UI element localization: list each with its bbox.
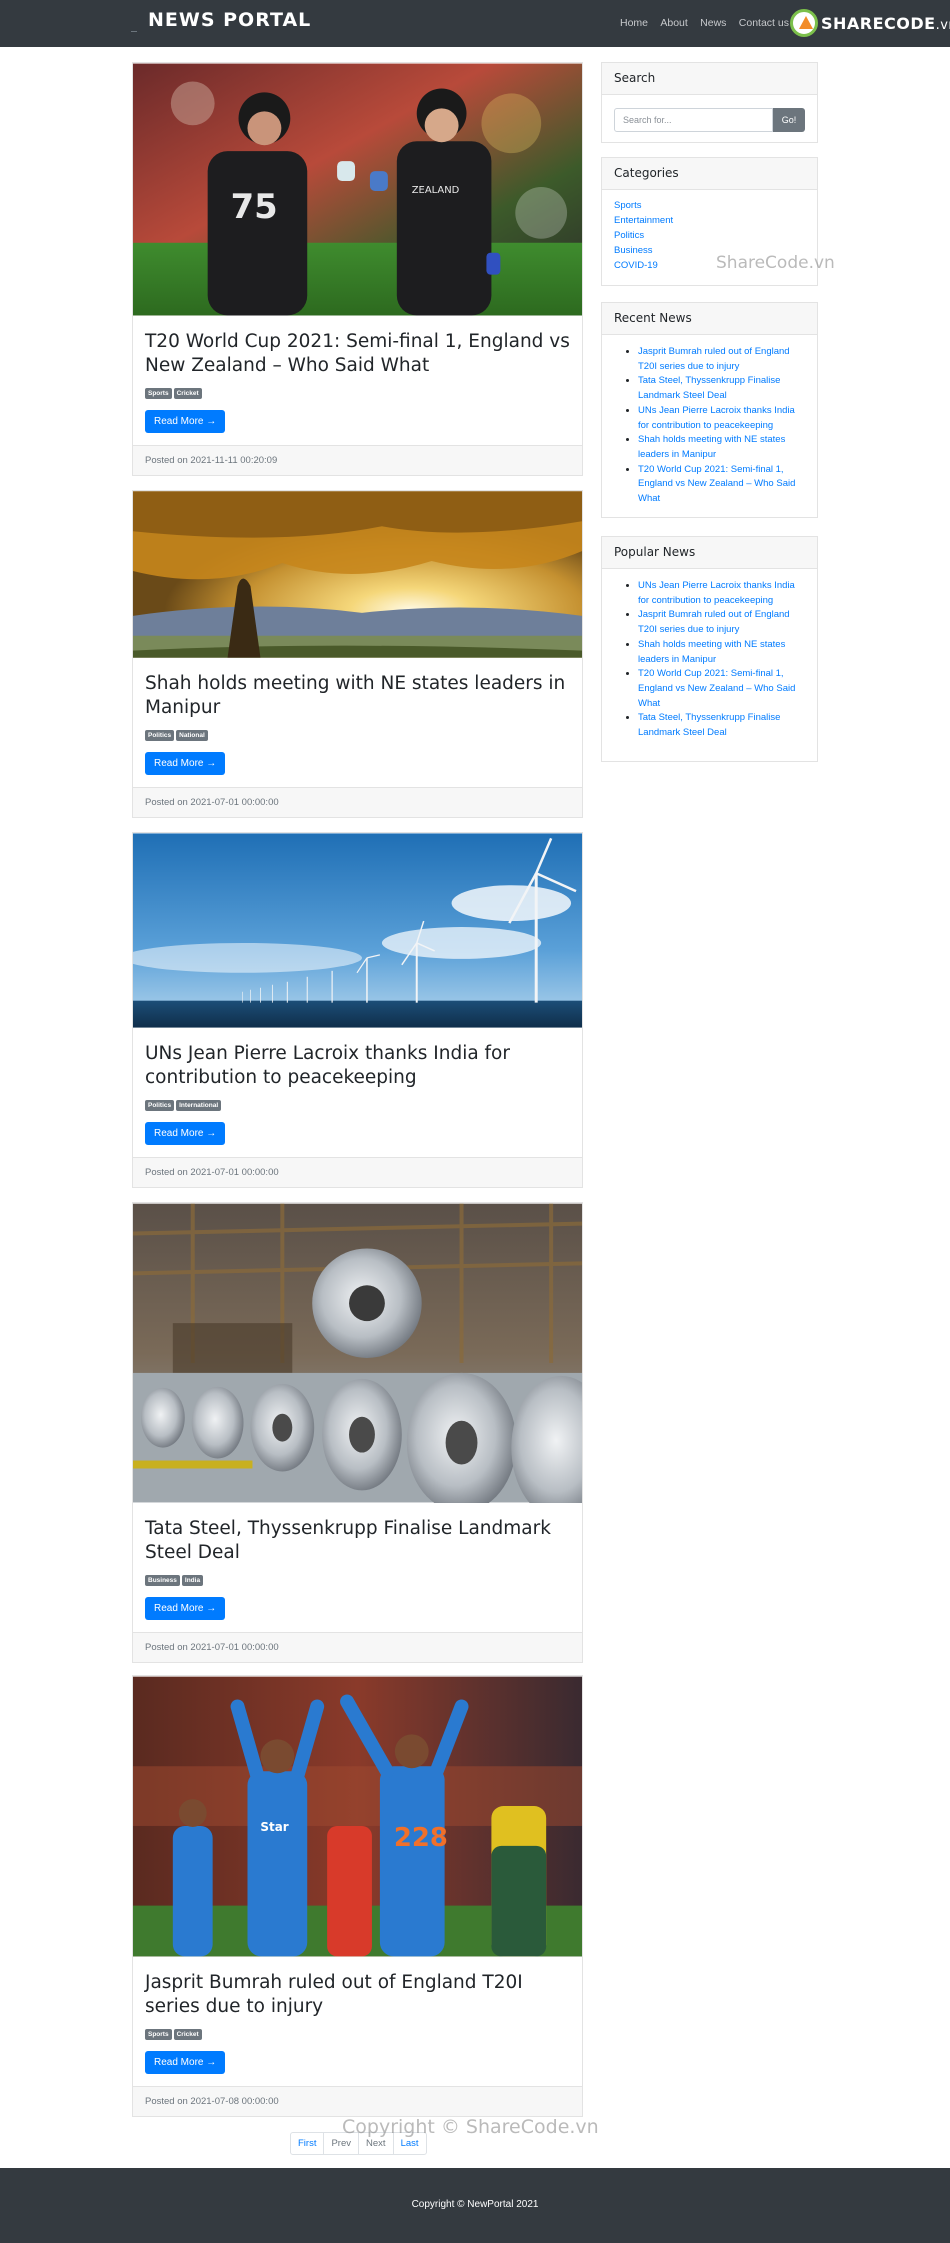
post-title[interactable]: Shah holds meeting with NE states leader… [145, 672, 570, 720]
post-tags: Politics International [145, 1100, 570, 1112]
post-card-body: UNs Jean Pierre Lacroix thanks India for… [133, 1028, 582, 1157]
post-title[interactable]: UNs Jean Pierre Lacroix thanks India for… [145, 1042, 570, 1090]
svg-text:75: 75 [231, 187, 278, 226]
category-link[interactable]: Entertainment [614, 213, 805, 228]
popular-news-title: Popular News [602, 537, 817, 569]
post-date: Posted on 2021-07-01 00:00:00 [133, 787, 582, 817]
search-row: Go! [614, 108, 805, 132]
search-input[interactable] [614, 108, 773, 132]
post-date: Posted on 2021-07-08 00:00:00 [133, 2086, 582, 2116]
post-tag: Business [145, 1575, 180, 1586]
popular-news-link[interactable]: UNs Jean Pierre Lacroix thanks India for… [638, 579, 805, 608]
post-card: UNs Jean Pierre Lacroix thanks India for… [132, 832, 583, 1188]
footer-copyright: Copyright © NewPortal 2021 [411, 2199, 539, 2210]
popular-news-widget: Popular News UNs Jean Pierre Lacroix tha… [601, 536, 818, 762]
post-tag: Sports [145, 388, 172, 399]
search-widget: Search Go! [601, 62, 818, 143]
post-date: Posted on 2021-07-01 00:00:00 [133, 1157, 582, 1187]
nav-links: Home About News Contact us [620, 17, 798, 29]
read-more-button[interactable]: Read More → [145, 2051, 226, 2074]
sharecode-logo: SHARECODE.vn [790, 9, 950, 37]
popular-news-link[interactable]: Shah holds meeting with NE states leader… [638, 638, 805, 667]
brand-logo[interactable]: NEWS PORTAL [148, 9, 311, 31]
sharecode-logo-suffix: .vn [935, 17, 950, 33]
watermark-text: ShareCode.vn [716, 253, 835, 273]
sharecode-logo-icon [790, 9, 818, 37]
post-tags: Sports Cricket [145, 2029, 570, 2041]
recent-news-link[interactable]: Tata Steel, Thyssenkrupp Finalise Landma… [638, 374, 805, 403]
post-card: 75 ZEALAND T20 World Cup 2021: Semi-fina… [132, 62, 583, 476]
post-date: Posted on 2021-07-01 00:00:00 [133, 1632, 582, 1662]
popular-news-link[interactable]: Tata Steel, Thyssenkrupp Finalise Landma… [638, 711, 805, 740]
post-card: 228 Star Jasprit Bumrah ruled out of Eng… [132, 1675, 583, 2117]
watermark-copyright-text: Copyright © ShareCode.vn [342, 2116, 599, 2138]
recent-news-link[interactable]: Jasprit Bumrah ruled out of England T20I… [638, 345, 805, 374]
india-cricket-celebration-image: 228 Star [133, 1676, 582, 1957]
recent-news-list: Jasprit Bumrah ruled out of England T20I… [614, 345, 805, 507]
search-go-button[interactable]: Go! [773, 108, 805, 132]
steel-coils-factory-image [133, 1203, 582, 1503]
post-tags: Business India [145, 1575, 570, 1587]
svg-text:ZEALAND: ZEALAND [412, 185, 460, 196]
nav-about-link[interactable]: About [660, 17, 687, 29]
post-title[interactable]: Tata Steel, Thyssenkrupp Finalise Landma… [145, 1517, 570, 1565]
search-widget-title: Search [602, 63, 817, 95]
recent-news-link[interactable]: T20 World Cup 2021: Semi-final 1, Englan… [638, 463, 805, 507]
categories-widget-title: Categories [602, 158, 817, 190]
post-tag: Politics [145, 1100, 175, 1111]
recent-news-link[interactable]: Shah holds meeting with NE states leader… [638, 433, 805, 462]
post-title[interactable]: T20 World Cup 2021: Semi-final 1, Englan… [145, 330, 570, 378]
recent-news-link[interactable]: UNs Jean Pierre Lacroix thanks India for… [638, 404, 805, 433]
sharecode-logo-text: SHARECODE [821, 13, 936, 33]
post-tag: Sports [145, 2029, 172, 2040]
recent-news-title: Recent News [602, 303, 817, 335]
nav-news-link[interactable]: News [700, 17, 726, 29]
category-link[interactable]: Politics [614, 228, 805, 243]
popular-news-list: UNs Jean Pierre Lacroix thanks India for… [614, 579, 805, 741]
footer: Copyright © NewPortal 2021 [0, 2168, 950, 2243]
read-more-button[interactable]: Read More → [145, 1597, 226, 1620]
post-card-body: Shah holds meeting with NE states leader… [133, 658, 582, 787]
post-tag: National [176, 730, 208, 741]
post-tag: Politics [145, 730, 175, 741]
read-more-button[interactable]: Read More → [145, 1122, 226, 1145]
cricket-players-fist-bump-image: 75 ZEALAND [133, 63, 582, 316]
post-card-body: T20 World Cup 2021: Semi-final 1, Englan… [133, 316, 582, 445]
popular-news-link[interactable]: Jasprit Bumrah ruled out of England T20I… [638, 608, 805, 637]
post-card-body: Jasprit Bumrah ruled out of England T20I… [133, 1957, 582, 2086]
post-card: Shah holds meeting with NE states leader… [132, 490, 583, 818]
navbar-toggle-mark [131, 31, 137, 32]
post-tags: Politics National [145, 730, 570, 742]
post-tags: Sports Cricket [145, 388, 570, 400]
nav-home-link[interactable]: Home [620, 17, 648, 29]
wind-turbines-sea-image [133, 833, 582, 1028]
post-tag: India [181, 1575, 204, 1586]
category-link[interactable]: Sports [614, 198, 805, 213]
popular-news-link[interactable]: T20 World Cup 2021: Semi-final 1, Englan… [638, 667, 805, 711]
post-title[interactable]: Jasprit Bumrah ruled out of England T20I… [145, 1971, 570, 2019]
read-more-button[interactable]: Read More → [145, 752, 226, 775]
post-date: Posted on 2021-11-11 00:20:09 [133, 445, 582, 475]
post-tag: Cricket [173, 2029, 202, 2040]
autumn-tree-sunset-image [133, 491, 582, 658]
post-tag: Cricket [173, 388, 202, 399]
post-tag: International [176, 1100, 222, 1111]
post-card: Tata Steel, Thyssenkrupp Finalise Landma… [132, 1202, 583, 1663]
page-first-link[interactable]: First [291, 2133, 325, 2154]
svg-text:Star: Star [260, 1820, 288, 1834]
read-more-button[interactable]: Read More → [145, 410, 226, 433]
recent-news-widget: Recent News Jasprit Bumrah ruled out of … [601, 302, 818, 518]
navbar: NEWS PORTAL Home About News Contact us S… [0, 0, 950, 47]
svg-text:228: 228 [394, 1823, 448, 1853]
post-card-body: Tata Steel, Thyssenkrupp Finalise Landma… [133, 1503, 582, 1632]
nav-contact-link[interactable]: Contact us [739, 17, 789, 29]
